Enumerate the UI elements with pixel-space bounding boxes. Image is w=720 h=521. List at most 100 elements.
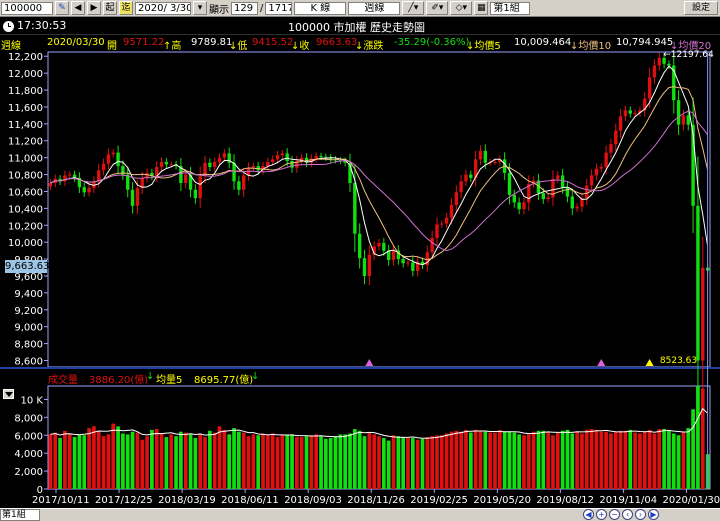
volume-bar: [328, 437, 333, 489]
volume-bar: [647, 429, 652, 489]
candle-body: [681, 115, 686, 125]
zoom-in-icon[interactable]: +: [596, 509, 607, 520]
candle-body: [164, 161, 169, 165]
volume-bar: [657, 428, 662, 489]
candle-body: [222, 153, 227, 158]
volume-arrow-1: ↓: [146, 371, 155, 382]
volume-bar: [555, 432, 560, 489]
volume-bar: [338, 434, 343, 489]
candle-body: [623, 110, 628, 117]
volume-bar: [377, 436, 381, 489]
volume-bar: [381, 437, 386, 489]
candle-body: [116, 152, 120, 167]
volume-bar: [193, 437, 198, 489]
candle-body: [686, 115, 690, 125]
candle-body: [696, 205, 700, 361]
collapse-triangle-icon[interactable]: [3, 389, 14, 399]
volume-bar: [464, 429, 468, 489]
price-volume-chart[interactable]: 12,200 12,000 11,800 11,600 11,400 11,200 11,0…: [0, 0, 720, 508]
candle-body: [198, 176, 202, 199]
candle-body: [478, 150, 483, 160]
date-tick-label: 2018/06/11: [221, 495, 279, 506]
candle-body: [391, 250, 396, 260]
status-group-select[interactable]: 第1組: [0, 509, 40, 521]
candle-body: [657, 57, 661, 66]
candle-body: [435, 224, 439, 238]
volume-bar: [531, 431, 536, 489]
candle-body: [159, 161, 164, 167]
volume-bar: [319, 436, 323, 489]
volume-bar: [691, 409, 695, 489]
candle-body: [101, 163, 106, 171]
volume-bar: [164, 437, 169, 489]
nav-first-icon[interactable]: ◀: [583, 509, 594, 520]
candle-body: [48, 183, 53, 187]
volume-bar: [116, 426, 120, 489]
volume-bar: [604, 431, 608, 489]
volume-bar: [266, 435, 270, 489]
candle-body: [377, 243, 381, 247]
price-panel-frame: [47, 51, 711, 368]
volume-bar: [87, 428, 91, 489]
volume-bar: [526, 433, 531, 489]
candle-body: [440, 223, 444, 225]
volume-bar: [169, 434, 174, 489]
volume-bar: [618, 430, 623, 489]
volume-bar: [459, 431, 463, 489]
candles: [48, 52, 710, 410]
price-tick-label: 10,200: [8, 221, 43, 232]
candle-body: [184, 174, 188, 184]
date-tick-label: 2019/11/04: [599, 495, 657, 506]
price-tick-label: 9,000: [14, 323, 43, 334]
volume-bar: [633, 432, 637, 489]
candle-body: [667, 63, 671, 66]
volume-bar: [580, 433, 584, 489]
volume-bar: [285, 434, 290, 489]
candle-body: [319, 155, 323, 157]
candle-body: [208, 162, 212, 167]
nav-prev-icon[interactable]: ‹: [622, 509, 633, 520]
candle-body: [464, 174, 468, 182]
volume-bar: [203, 437, 207, 489]
volume-bar: [565, 429, 570, 489]
volume-bars: [48, 386, 710, 489]
volume-bar: [362, 436, 367, 489]
volume-bar: [227, 434, 232, 489]
volume-bar: [241, 432, 246, 489]
price-tick-label: 8,600: [14, 356, 43, 367]
candle-body: [454, 192, 459, 205]
volume-bar: [125, 434, 130, 489]
volume-bar: [217, 426, 222, 489]
zoom-out-icon[interactable]: −: [609, 509, 620, 520]
volume-bar: [676, 435, 681, 489]
volume-bar: [642, 431, 647, 489]
volume-bar: [232, 428, 236, 489]
price-tick-label: 9,200: [14, 306, 43, 317]
volume-bar: [517, 434, 521, 489]
date-tick-label: 2017/12/25: [95, 495, 153, 506]
candle-body: [570, 196, 574, 209]
volume-bar: [507, 431, 512, 489]
app-window: 100000 ✎ ◀ ▶ 起 迄 2020/ 3/30 ▾ 顯示 129 / 1…: [0, 0, 720, 521]
candle-body: [401, 259, 405, 264]
volume-bar: [333, 436, 338, 489]
volume-bar: [174, 436, 178, 489]
volume-bar: [92, 426, 96, 489]
volume-bar: [72, 437, 77, 489]
volume-bar: [58, 437, 62, 489]
volume-ma5-label: 均量5: [156, 375, 183, 386]
candle-body: [271, 159, 275, 162]
date-tick-label: 2018/03/19: [158, 495, 216, 506]
price-tick-label: 12,000: [8, 69, 43, 80]
volume-bar: [222, 429, 227, 489]
nav-last-icon[interactable]: ▶: [648, 509, 659, 520]
volume-bar: [454, 430, 459, 489]
nav-next-icon[interactable]: ›: [635, 509, 646, 520]
candle-body: [565, 187, 570, 197]
volume-bar: [449, 431, 454, 489]
candle-body: [493, 161, 497, 163]
volume-bar: [671, 433, 676, 489]
volume-bar: [237, 431, 241, 489]
volume-bar: [420, 438, 425, 489]
volume-bar: [628, 429, 633, 489]
